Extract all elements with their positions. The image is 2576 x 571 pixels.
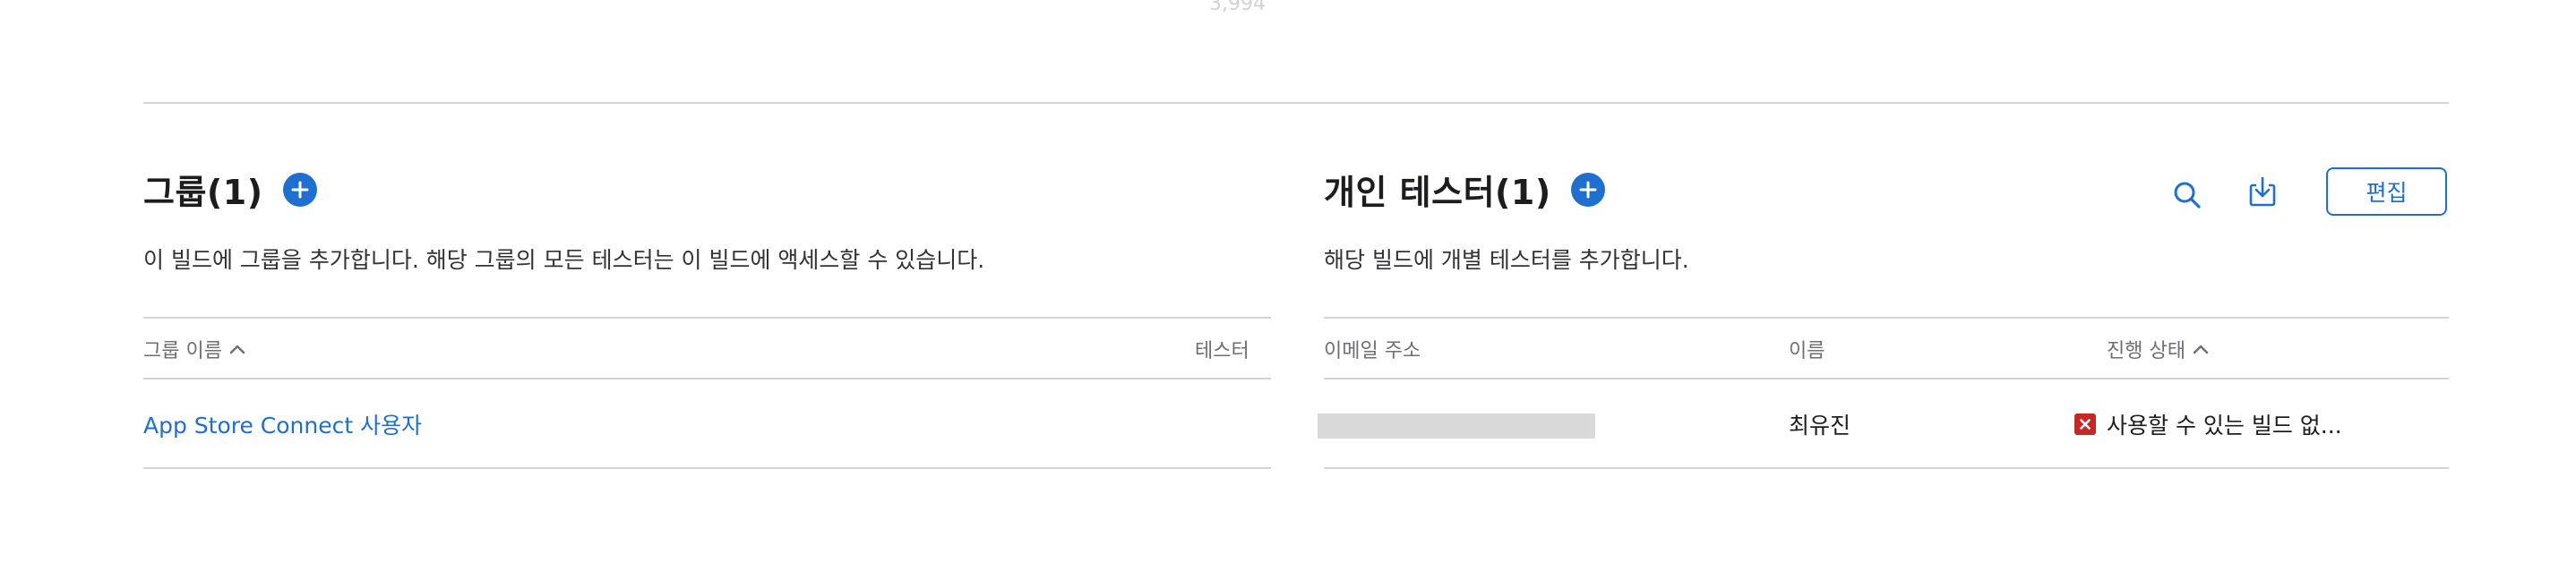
- individual-col-name-header[interactable]: 이름: [1789, 335, 1825, 363]
- tester-status-text: 사용할 수 있는 빌드 없...: [2107, 413, 2342, 439]
- individual-col-email-label: 이메일 주소: [1324, 340, 1421, 362]
- groups-description: 이 빌드에 그룹을 추가합니다. 해당 그룹의 모든 테스터는 이 빌드에 액세…: [143, 247, 985, 273]
- section-divider: [143, 102, 2449, 104]
- add-icon: [1579, 181, 1597, 198]
- download-icon: [2249, 176, 2276, 207]
- table-row: App Store Connect 사용자: [143, 408, 422, 440]
- group-name-link[interactable]: App Store Connect 사용자: [143, 408, 422, 440]
- individual-table-top-divider: [1324, 317, 2449, 319]
- groups-col-testers-header[interactable]: 테스터: [1195, 335, 1249, 363]
- individual-col-status-label: 진행 상태: [2107, 340, 2185, 362]
- redacted-email: [1318, 413, 1595, 439]
- add-icon: [291, 181, 309, 198]
- individual-title: 개인 테스터(1): [1324, 173, 1551, 212]
- tester-status: 사용할 수 있는 빌드 없...: [2074, 408, 2342, 440]
- chevron-up-icon: [229, 345, 245, 354]
- groups-col-name-header[interactable]: 그룹 이름: [143, 335, 245, 363]
- groups-row-divider: [143, 467, 1271, 469]
- groups-col-testers-label: 테스터: [1195, 340, 1249, 362]
- individual-col-status-header[interactable]: 진행 상태: [2107, 335, 2209, 363]
- add-tester-button[interactable]: [1570, 172, 1605, 207]
- download-button[interactable]: [2243, 172, 2282, 211]
- individual-heading: 개인 테스터(1): [1324, 165, 1605, 214]
- search-icon: [2174, 182, 2201, 209]
- groups-title: 그룹(1): [143, 173, 263, 212]
- testflight-build-testers-page: 3,994 그룹(1) 이 빌드에 그룹을 추가합니다. 해당 그룹의 모든 테…: [0, 0, 2576, 571]
- individual-col-email-header[interactable]: 이메일 주소: [1324, 335, 1421, 363]
- groups-heading: 그룹(1): [143, 165, 317, 214]
- individual-row-divider: [1324, 467, 2449, 469]
- search-button[interactable]: [2168, 175, 2207, 215]
- add-group-button[interactable]: [282, 172, 317, 207]
- groups-header-divider: [143, 378, 1271, 379]
- faded-count: 3,994: [1209, 0, 1266, 15]
- tester-name: 최유진: [1789, 413, 1851, 439]
- individual-description: 해당 빌드에 개별 테스터를 추가합니다.: [1324, 247, 1689, 273]
- individual-col-name-label: 이름: [1789, 340, 1825, 362]
- chevron-up-icon: [2193, 345, 2209, 354]
- groups-table-top-divider: [143, 317, 1271, 319]
- error-x-icon: [2074, 413, 2096, 435]
- individual-header-divider: [1324, 378, 2449, 379]
- edit-button[interactable]: 편집: [2326, 167, 2447, 216]
- groups-col-name-label: 그룹 이름: [143, 340, 222, 362]
